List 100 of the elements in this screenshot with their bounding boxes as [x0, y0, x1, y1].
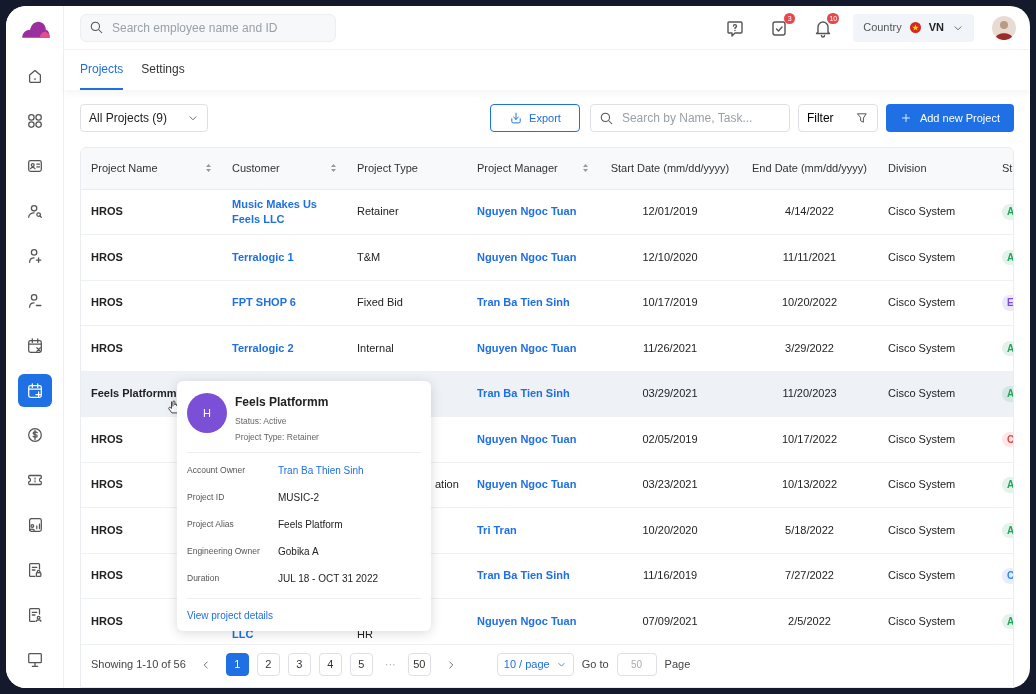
- column-header[interactable]: Customer: [222, 148, 347, 189]
- search-box[interactable]: Search by Name, Task...: [589, 104, 790, 132]
- manager-link[interactable]: Tran Ba Tien Sinh: [477, 296, 570, 309]
- customer-link[interactable]: Music Makes Us Feels LLC: [232, 196, 337, 227]
- sort-icon[interactable]: [205, 163, 212, 174]
- calendar-add-icon: [25, 381, 44, 400]
- customer-link[interactable]: Terralogic 2: [232, 340, 337, 356]
- export-button[interactable]: Export: [490, 104, 580, 132]
- table-cell: 10/13/2022: [781, 478, 838, 491]
- manager-link[interactable]: Nguyen Ngoc Tuan: [477, 614, 577, 627]
- status-text: Status: Active: [235, 415, 288, 428]
- table-cell: Cisco System: [888, 478, 956, 491]
- column-header: Project Type: [347, 148, 467, 189]
- table-cell: 11/16/2019: [642, 569, 698, 582]
- table-cell: Cisco System: [888, 432, 956, 445]
- tab[interactable]: Projects: [80, 50, 124, 90]
- sort-icon[interactable]: [330, 163, 337, 174]
- page-button[interactable]: 5: [349, 653, 373, 676]
- table-cell: 10/17/2019: [642, 296, 698, 309]
- search-box[interactable]: Search employee name and ID: [80, 13, 336, 42]
- column-header: Start Date (mm/dd/yyyy): [599, 148, 741, 189]
- add-project-button[interactable]: Add new Project: [885, 104, 1014, 132]
- table-cell: Cisco System: [888, 296, 956, 309]
- customer-link[interactable]: Terralogic 1: [232, 249, 337, 265]
- table-cell: HROS: [81, 280, 222, 326]
- field-value: JUL 18 - OCT 31 2022: [278, 571, 380, 586]
- manager-link[interactable]: Nguyen Ngoc Tuan: [477, 341, 577, 354]
- filter-button[interactable]: Filter: [797, 104, 878, 132]
- page-input[interactable]: 50: [616, 653, 657, 676]
- table-cell: Cisco System: [888, 341, 956, 354]
- monitor-icon: [25, 650, 44, 669]
- page-label: Page: [664, 657, 691, 673]
- table-cell: 12/01/2019: [642, 205, 698, 218]
- table-cell: Retainer: [357, 205, 399, 218]
- table-cell: Cisco System: [888, 205, 956, 218]
- table-cell: HROS: [81, 234, 222, 280]
- column-header: St: [992, 148, 1013, 189]
- manager-link[interactable]: Nguyen Ngoc Tuan: [477, 432, 577, 445]
- sort-icon[interactable]: [582, 163, 589, 174]
- user-search-icon: [25, 202, 44, 220]
- plus-icon: [899, 112, 912, 124]
- search-icon: [89, 20, 104, 35]
- owner-link[interactable]: Tran Ba Thien Sinh: [278, 462, 421, 478]
- project-filter-select[interactable]: All Projects (9): [80, 104, 208, 132]
- table-cell: 02/05/2019: [642, 432, 698, 445]
- table-cell: 2/5/2022: [788, 614, 831, 627]
- goto-label: Go to: [581, 657, 609, 673]
- apps-icon: [25, 112, 44, 131]
- field-value: MUSIC-2: [278, 490, 321, 505]
- sidebar-item[interactable]: [17, 373, 52, 408]
- manager-link[interactable]: Tri Tran: [477, 523, 517, 536]
- table-cell: Fixed Bid: [357, 296, 403, 309]
- manager-link[interactable]: Nguyen Ngoc Tuan: [477, 205, 577, 218]
- country-code: VN: [928, 20, 944, 36]
- column-header[interactable]: Project Name: [81, 148, 222, 189]
- table-cell: 12/10/2020: [642, 250, 698, 263]
- field-value: Gobika A: [278, 544, 320, 559]
- page-button[interactable]: 3: [287, 653, 311, 676]
- download-icon: [509, 111, 524, 125]
- country-select[interactable]: Country VN: [853, 13, 974, 42]
- table-cell: 11/26/2021: [642, 341, 698, 354]
- table-cell: 7/27/2022: [785, 569, 834, 582]
- customer-link[interactable]: FPT SHOP 6: [232, 295, 337, 311]
- filter-icon: [854, 111, 869, 125]
- manager-link[interactable]: Tran Ba Tien Sinh: [477, 569, 570, 582]
- table-cell: 03/29/2021: [642, 387, 698, 400]
- table-cell: 03/23/2021: [642, 478, 698, 491]
- table-cell: Cisco System: [888, 250, 956, 263]
- table-cell: 10/20/2022: [781, 296, 838, 309]
- manager-link[interactable]: Nguyen Ngoc Tuan: [477, 250, 577, 263]
- table-cell: 3/29/2022: [785, 341, 834, 354]
- table-cell: 10/20/2020: [642, 523, 698, 536]
- page-button[interactable]: 2: [256, 653, 280, 676]
- avatar[interactable]: [992, 15, 1016, 40]
- table-cell: T&M: [357, 250, 381, 263]
- popover-title: Feels Platformm: [235, 394, 329, 411]
- calendar-cancel-icon: [25, 336, 44, 355]
- table-cell: 5/18/2022: [785, 523, 834, 536]
- table-cell: HROS: [81, 325, 222, 371]
- manager-link[interactable]: Nguyen Ngoc Tuan: [477, 478, 577, 491]
- table-cell: Cisco System: [888, 523, 956, 536]
- search-field[interactable]: Search by Name, Task...: [619, 108, 781, 128]
- project-type-text: Project Type: Retainer: [235, 430, 320, 444]
- search-field[interactable]: Search employee name and ID: [110, 17, 327, 38]
- column-header[interactable]: Project Manager: [467, 148, 599, 189]
- tab[interactable]: Settings: [141, 50, 185, 90]
- table-cell: 11/20/2023: [782, 387, 837, 400]
- table-cell: HROS: [81, 189, 222, 235]
- table-cell: ation: [435, 478, 459, 491]
- table-cell: Internal: [357, 341, 394, 354]
- field-label: Duration: [187, 571, 221, 585]
- field-value: Feels Platform: [278, 517, 344, 532]
- flag-icon: [909, 22, 921, 33]
- status-badge: E: [1002, 295, 1013, 311]
- manager-link[interactable]: Tran Ba Tien Sinh: [477, 387, 570, 400]
- page-size-select[interactable]: 10 / page: [496, 653, 574, 676]
- page-button[interactable]: 50: [407, 653, 431, 676]
- page-button[interactable]: 4: [318, 653, 342, 676]
- page-button[interactable]: 1: [225, 653, 249, 676]
- table-cell: Cisco System: [888, 614, 956, 627]
